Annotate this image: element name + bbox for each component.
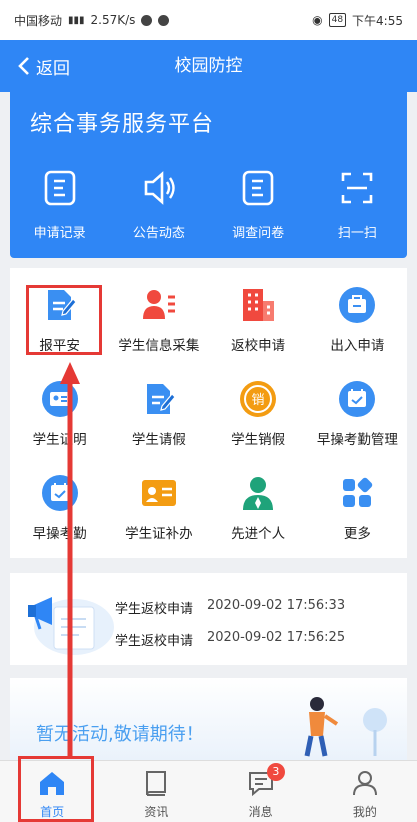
quick-action-label: 公告动态 [132,226,185,241]
service-label: 返校申请 [231,338,286,354]
back-button[interactable]: 返回 [18,40,70,92]
service-label: 学生证明 [32,432,87,448]
carrier-label: 中国移动 [14,13,63,28]
quick-action-survey[interactable]: 调查问卷 [209,170,308,250]
service-label: 学生请假 [131,432,186,448]
service-label: 早操考勤 [32,526,87,542]
tab-news[interactable]: 资讯 [104,761,208,822]
student-info-icon [140,286,178,324]
activity-illustration [304,697,387,757]
quick-actions: 申请记录 公告动态 调查问卷 扫一扫 [10,170,407,250]
record-icon [44,170,75,206]
service-more[interactable]: 更多 [308,468,407,562]
notice-title: 学生返校申请 [115,634,194,649]
service-label: 学生销假 [231,432,286,448]
building-icon [239,286,277,324]
status-bar: 中国移动 ▮▮▮ 2.57K/s ◉ 48 下午4:55 [0,0,417,40]
quick-action-announcement[interactable]: 公告动态 [109,170,208,250]
cancel-leave-icon: 销 [239,380,277,418]
notice-item[interactable]: 学生返校申请 2020-09-02 17:56:25 [115,630,345,649]
no-activity-text: 暂无活动,敬请期待！ [36,724,204,745]
id-card-icon [41,380,79,418]
service-label: 出入申请 [330,338,385,354]
notice-title: 学生返校申请 [115,602,194,617]
service-cancel-leave[interactable]: 销 学生销假 [209,374,308,468]
chat-icon [158,14,170,26]
tab-profile[interactable]: 我的 [313,761,417,822]
service-label: 学生信息采集 [118,338,200,354]
quick-action-record[interactable]: 申请记录 [10,170,109,250]
quick-action-scan[interactable]: 扫一扫 [308,170,407,250]
notice-item[interactable]: 学生返校申请 2020-09-02 17:56:33 [115,598,345,617]
service-return-school[interactable]: 返校申请 [209,280,308,374]
calendar-check-icon [338,380,376,418]
service-student-card-reissue[interactable]: 学生证补办 [109,468,208,562]
service-label: 早操考勤管理 [316,432,398,448]
signal-icon: ▮▮▮ [68,14,85,26]
service-leave-request[interactable]: 学生请假 [109,374,208,468]
service-student-info[interactable]: 学生信息采集 [109,280,208,374]
hero-panel: 综合事务服务平台 申请记录 公告动态 调查问卷 扫一扫 [10,92,407,258]
service-label: 更多 [343,526,371,542]
calendar-check-icon [41,474,79,512]
survey-icon [242,170,274,206]
quick-action-label: 调查问卷 [232,226,285,241]
battery-icon: 48 [328,13,347,27]
notice-panel: 学生返校申请 2020-09-02 17:56:33 学生返校申请 2020-0… [10,573,407,665]
briefcase-icon [338,286,376,324]
person-icon [239,474,277,512]
leave-doc-icon [140,380,178,418]
tab-messages[interactable]: 3 消息 [209,761,313,822]
scan-icon [342,172,373,204]
more-icon [338,474,376,512]
service-certificate[interactable]: 学生证明 [10,374,109,468]
service-exercise-attendance[interactable]: 早操考勤 [10,468,109,562]
activity-panel: 暂无活动,敬请期待！ [10,678,407,760]
network-speed: 2.57K/s [90,13,136,27]
book-icon [146,771,167,796]
clock: 下午4:55 [352,13,403,28]
highlight-home-tab [18,756,94,822]
student-card-icon [140,474,178,512]
service-entry-exit[interactable]: 出入申请 [308,280,407,374]
notice-time: 2020-09-02 17:56:33 [207,598,346,613]
tab-label: 资讯 [144,805,169,819]
notification-icon [141,14,153,26]
service-outstanding-individual[interactable]: 先进个人 [209,468,308,562]
user-icon [352,771,377,796]
megaphone-icon [28,597,114,655]
back-label: 返回 [36,58,70,79]
tab-label: 消息 [248,805,273,819]
quick-action-label: 扫一扫 [337,226,377,241]
nav-bar: 校园防控 返回 [0,40,417,92]
quick-action-label: 申请记录 [33,226,86,241]
svg-text:销: 销 [252,393,265,408]
service-label: 先进个人 [231,526,286,542]
chevron-left-icon [18,57,29,75]
service-exercise-attendance-mgmt[interactable]: 早操考勤管理 [308,374,407,468]
speaker-icon [144,171,175,205]
platform-title: 综合事务服务平台 [30,112,215,137]
notice-time: 2020-09-02 17:56:25 [207,630,346,645]
highlight-report-safety [26,285,102,355]
unread-badge: 3 [266,763,285,781]
tab-label: 我的 [352,805,377,819]
service-label: 学生证补办 [125,526,193,542]
wifi-icon: ◉ [312,13,323,27]
